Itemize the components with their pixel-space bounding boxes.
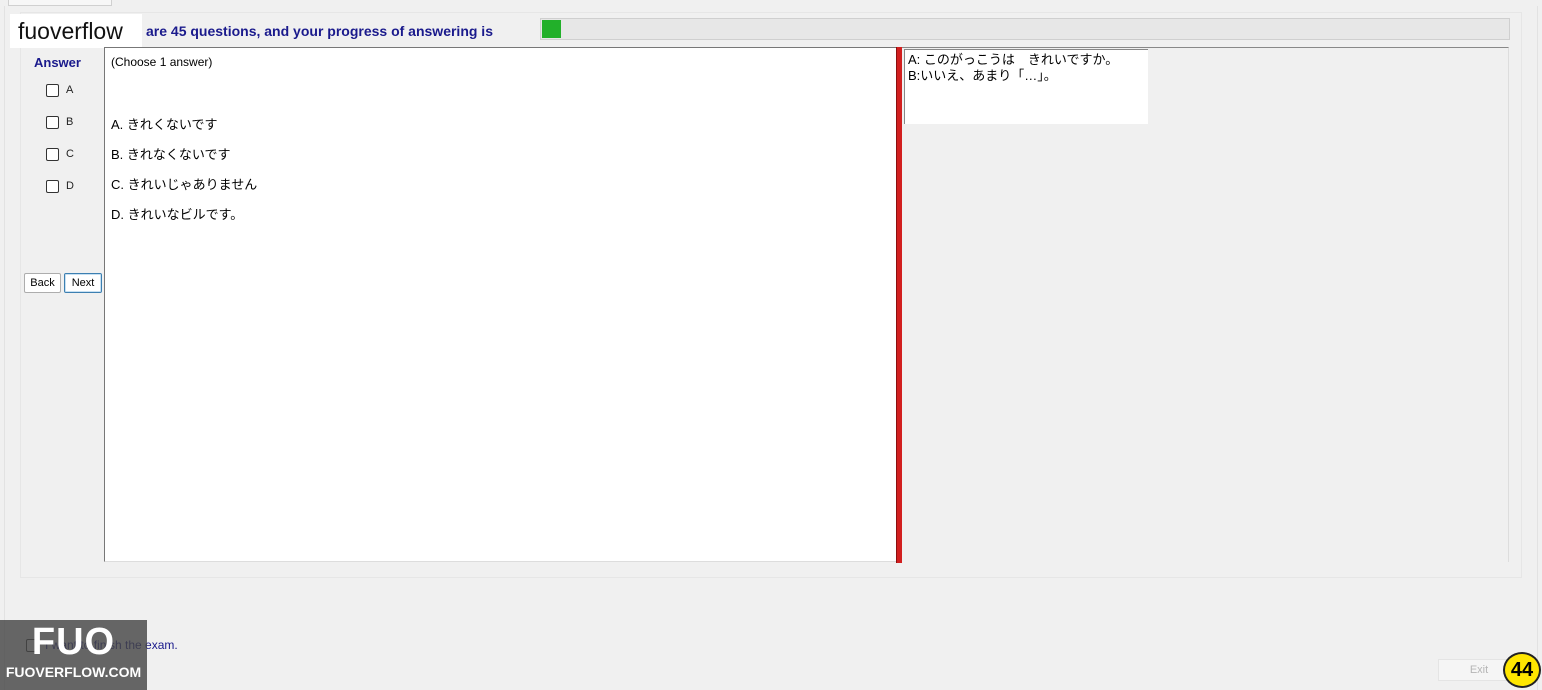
option-letter: D xyxy=(66,180,74,192)
question-panel: (Choose 1 answer) A. きれくないです B. きれなくないです… xyxy=(104,47,897,562)
checkbox-b[interactable] xyxy=(46,115,59,129)
passage-box: A: このがっこうは きれいですか。 B:いいえ、あまり「…」。 xyxy=(904,49,1148,124)
next-button[interactable]: Next xyxy=(64,273,102,293)
answer-option-c[interactable]: C xyxy=(46,146,96,162)
answer-option-a[interactable]: A xyxy=(46,82,96,98)
answer-title: Answer xyxy=(34,55,81,70)
question-instruction: (Choose 1 answer) xyxy=(111,55,213,69)
logo-subtitle: FUOVERFLOW.COM xyxy=(5,664,142,680)
checkbox-c[interactable] xyxy=(46,147,59,161)
choice-c-text: C. きれいじゃありません xyxy=(111,177,258,192)
back-button[interactable]: Back xyxy=(24,273,61,293)
checkbox-a[interactable] xyxy=(46,83,59,97)
passage-area xyxy=(902,47,1509,562)
choice-a-text: A. きれくないです xyxy=(111,117,218,132)
progress-text: are 45 questions, and your progress of a… xyxy=(146,23,493,39)
checkbox-d[interactable] xyxy=(46,179,59,193)
option-letter: A xyxy=(66,84,74,96)
choice-b-text: B. きれなくないです xyxy=(111,147,231,162)
logo-mark: FUO xyxy=(31,621,116,663)
choice-d-text: D. きれいなビルです。 xyxy=(111,207,244,222)
answer-option-d[interactable]: D xyxy=(46,178,96,194)
brand-label: fuoverflow xyxy=(10,14,142,48)
progress-bar xyxy=(540,18,1510,40)
passage-line-2: B:いいえ、あまり「…」。 xyxy=(908,68,1057,83)
option-letter: C xyxy=(66,148,74,160)
fuoverflow-logo: FUO FUOVERFLOW.COM xyxy=(0,620,147,690)
answer-option-b[interactable]: B xyxy=(46,114,96,130)
option-letter: B xyxy=(66,116,74,128)
question-number-badge: 44 xyxy=(1503,652,1541,688)
passage-line-1: A: このがっこうは きれいですか。 xyxy=(908,52,1119,67)
progress-fill xyxy=(542,20,562,38)
